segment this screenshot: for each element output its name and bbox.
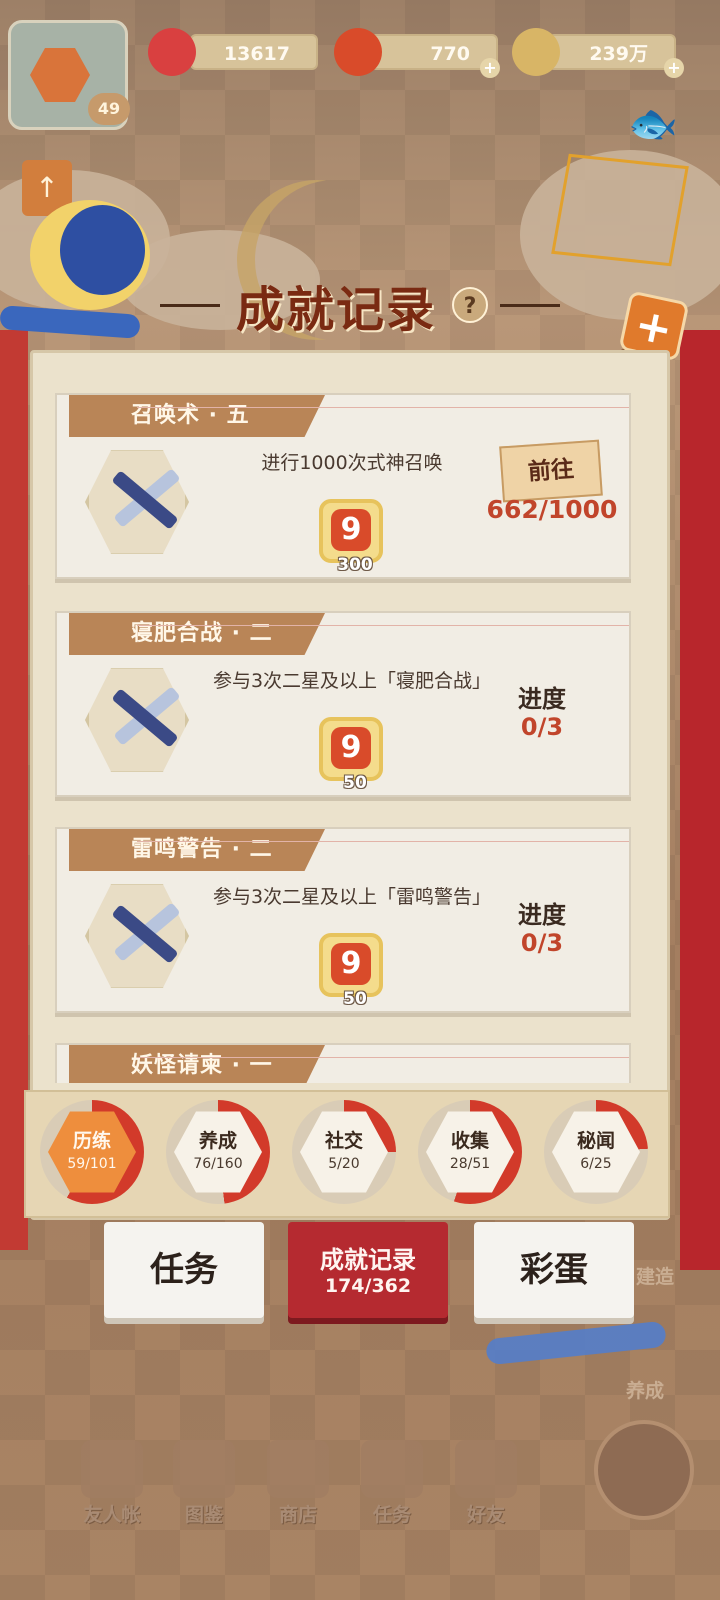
progress-label: 进度 [518, 901, 566, 929]
achievement-description: 参与3次二星及以上「雷鸣警告」 [212, 886, 492, 908]
achievement-name: 召唤术 · 五 [69, 395, 325, 437]
nav-label: 友人帐 [83, 1504, 141, 1526]
achievement-card: 妖怪请柬 · 一 [55, 1043, 631, 1083]
shop-cat-icon [267, 1440, 329, 1498]
tab-achievement-record[interactable]: 成就记录 174/362 [288, 1222, 448, 1318]
category-shouji[interactable]: 收集 28/51 [414, 1098, 526, 1206]
category-count: 76/160 [193, 1156, 243, 1172]
title-banner: 成就记录 ? [150, 270, 570, 340]
nav-label: 商店 [278, 1504, 317, 1526]
progress-value: 0/3 [520, 929, 564, 957]
moon-shadow-decoration [60, 205, 145, 295]
nav-task[interactable]: 任务 [352, 1440, 432, 1530]
achievement-name: 雷鸣警告 · 二 [69, 829, 325, 871]
category-name: 养成 [198, 1130, 237, 1152]
category-count: 5/20 [328, 1156, 360, 1172]
achievement-description: 进行1000次式神召唤 [261, 452, 443, 474]
task-icon [361, 1440, 423, 1498]
achievement-list[interactable]: 召唤术 · 五 进行1000次式神召唤 9 300 前往 662/1000 寝肥… [55, 393, 655, 1083]
title-left-line [159, 303, 220, 307]
progress-label: 进度 [518, 685, 566, 713]
go-button[interactable]: 前往 [499, 439, 603, 503]
illustrated-book-icon [173, 1440, 235, 1498]
coin-counter: 239万 [548, 34, 676, 70]
progress-value: 662/1000 [486, 495, 618, 524]
reward-item[interactable]: 9 50 [319, 717, 383, 793]
nav-friends[interactable]: 好友 [446, 1440, 526, 1530]
coin-icon [512, 28, 560, 76]
category-count: 28/51 [449, 1156, 491, 1172]
nav-friend-book[interactable]: 友人帐 [72, 1440, 152, 1530]
character-portrait-icon[interactable] [594, 1420, 694, 1520]
reward-count: 50 [343, 773, 367, 793]
category-name: 社交 [324, 1130, 363, 1152]
achievement-card: 寝肥合战 · 二 参与3次二星及以上「寝肥合战」 9 50 进度 0/3 [55, 611, 631, 797]
gouyu-icon [334, 28, 382, 76]
category-shejiao[interactable]: 社交 5/20 [288, 1098, 400, 1206]
progress-value: 0/3 [520, 713, 564, 741]
category-name: 秘闻 [576, 1130, 615, 1152]
nav-label: 任务 [372, 1504, 411, 1526]
achievement-name: 妖怪请柬 · 一 [69, 1045, 325, 1083]
stamina-icon [148, 28, 196, 76]
category-name: 收集 [450, 1130, 489, 1152]
category-lilian[interactable]: 历练 59/101 [36, 1098, 148, 1206]
category-count: 6/25 [580, 1156, 612, 1172]
tab-count: 174/362 [324, 1274, 412, 1297]
gouyu-reward-icon: 9 [331, 727, 371, 769]
side-build-label: 建造 [636, 1266, 675, 1288]
friends-icon [455, 1440, 517, 1498]
side-raise-label: 养成 [626, 1380, 665, 1402]
tab-title: 成就记录 [320, 1246, 416, 1274]
nav-label: 好友 [466, 1504, 505, 1526]
tab-task[interactable]: 任务 [104, 1222, 264, 1318]
reward-count: 300 [337, 555, 373, 575]
friend-book-icon [81, 1440, 143, 1498]
title-right-line [500, 303, 560, 307]
achievement-card: 召唤术 · 五 进行1000次式神召唤 9 300 前往 662/1000 [55, 393, 631, 579]
achievement-card: 雷鸣警告 · 二 参与3次二星及以上「雷鸣警告」 9 50 进度 0/3 [55, 827, 631, 1013]
nav-shop[interactable]: 商店 [258, 1440, 338, 1530]
fish-lantern-icon: 🐟 [628, 101, 678, 147]
add-coin-button[interactable]: + [664, 58, 684, 78]
reward-item[interactable]: 9 50 [319, 933, 383, 1009]
nav-label: 图鉴 [184, 1504, 223, 1526]
nav-illustrated[interactable]: 图鉴 [164, 1440, 244, 1530]
add-gouyu-button[interactable]: + [480, 58, 500, 78]
category-yangcheng[interactable]: 养成 76/160 [162, 1098, 274, 1206]
tab-easter-egg[interactable]: 彩蛋 [474, 1222, 634, 1318]
page-title: 成就记录 [235, 282, 436, 338]
reward-item[interactable]: 9 300 [319, 499, 383, 575]
level-badge: 49 [88, 93, 130, 125]
category-miwen[interactable]: 秘闻 6/25 [540, 1098, 652, 1206]
achievement-name: 寝肥合战 · 二 [69, 613, 325, 655]
right-red-border [680, 330, 720, 1270]
category-name: 历练 [72, 1130, 111, 1152]
gouyu-reward-icon: 9 [331, 509, 371, 551]
help-icon[interactable]: ? [452, 287, 488, 323]
achievement-description: 参与3次二星及以上「寝肥合战」 [212, 670, 492, 692]
category-count: 59/101 [67, 1156, 117, 1172]
reward-count: 50 [343, 989, 367, 1009]
constellation-decoration [551, 153, 689, 267]
stamina-counter: 13617 [190, 34, 318, 70]
gouyu-counter: 770 [370, 34, 498, 70]
gouyu-reward-icon: 9 [331, 943, 371, 985]
